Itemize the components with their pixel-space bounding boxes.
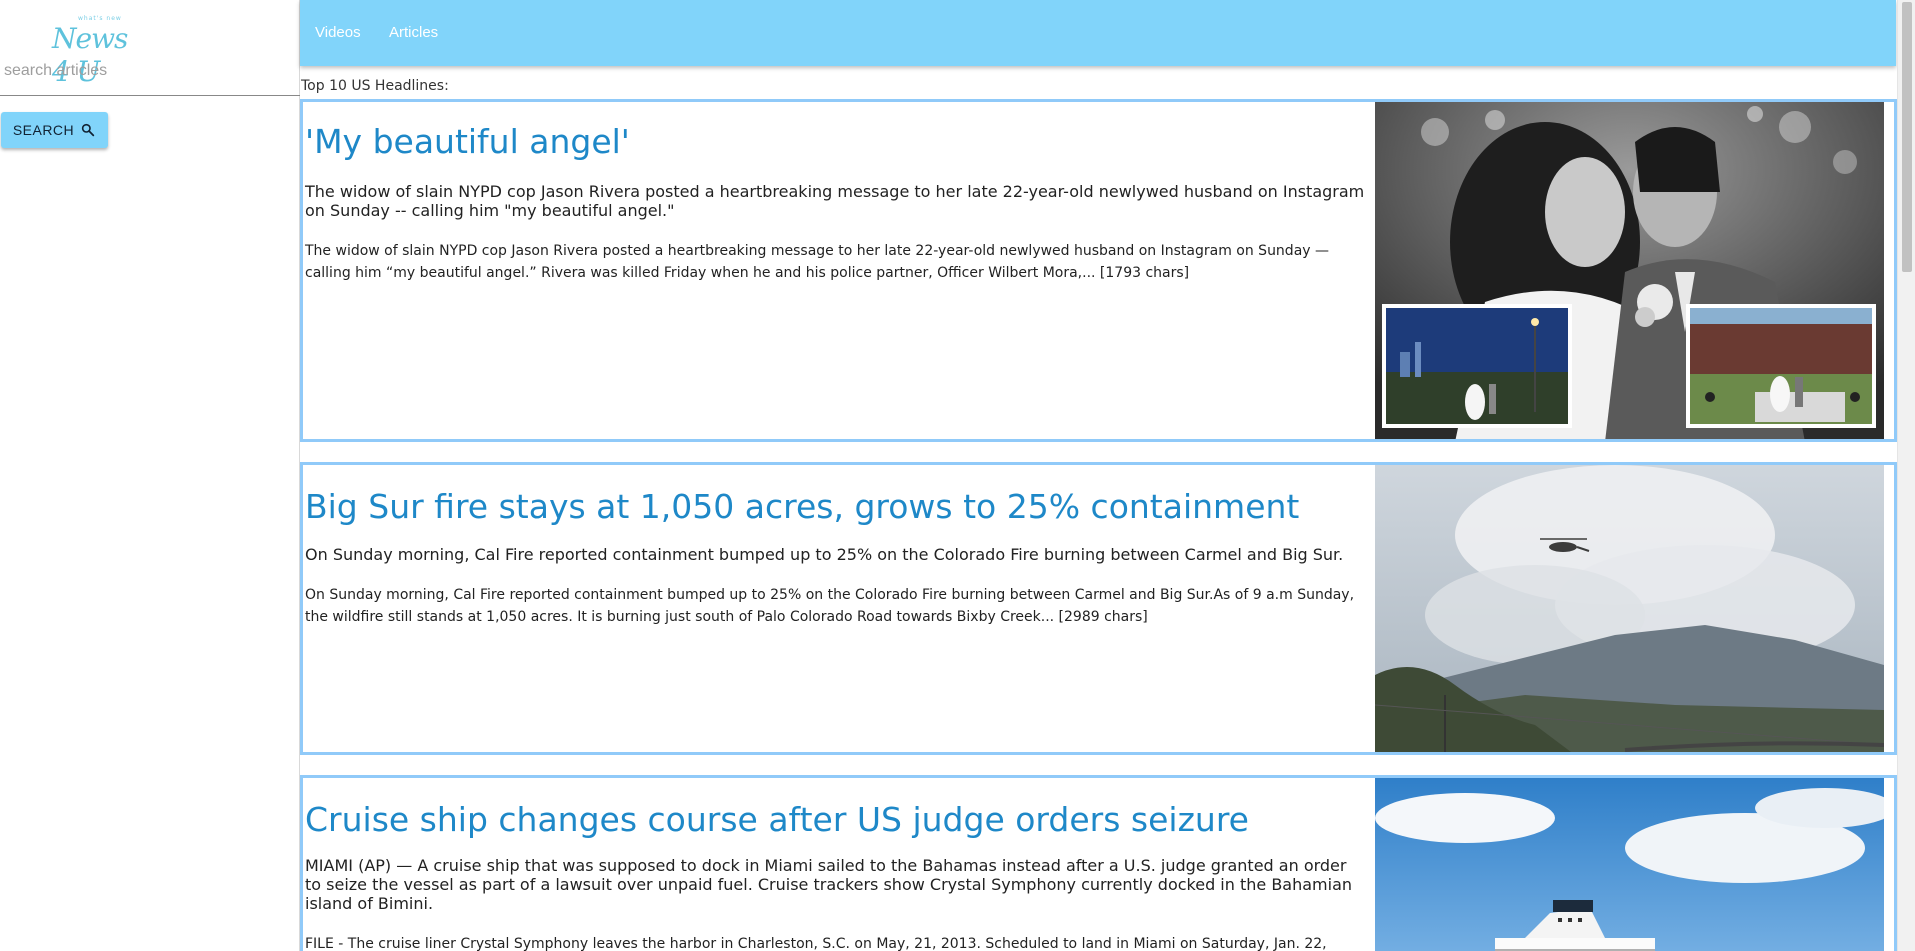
headlines-heading: Top 10 US Headlines: <box>301 78 449 94</box>
article-text: Cruise ship changes course after US judg… <box>305 778 1365 951</box>
wedding-photo <box>1375 102 1884 439</box>
article-text: 'My beautiful angel' The widow of slain … <box>305 102 1365 284</box>
page-scrollbar[interactable] <box>1897 0 1915 951</box>
article-image-fire[interactable] <box>1375 465 1884 752</box>
search-icon <box>82 123 95 137</box>
inset-photo-night <box>1382 304 1572 428</box>
sidebar: what's new News 4 U SEARCH <box>0 0 300 951</box>
article-image-cruise[interactable] <box>1375 778 1884 951</box>
article-description: MIAMI (AP) — A cruise ship that was supp… <box>305 856 1353 913</box>
article-card[interactable]: 'My beautiful angel' The widow of slain … <box>300 99 1897 442</box>
inset-photo-chess <box>1686 304 1876 428</box>
app-root: what's new News 4 U SEARCH Videos Articl… <box>0 0 1915 951</box>
top-nav-bar: Videos Articles <box>300 0 1896 66</box>
site-logo[interactable]: what's new News 4 U <box>52 14 142 88</box>
cruise-ship-photo <box>1375 778 1884 951</box>
article-text: Big Sur fire stays at 1,050 acres, grows… <box>305 465 1365 628</box>
article-card[interactable]: Big Sur fire stays at 1,050 acres, grows… <box>300 462 1897 755</box>
article-description: The widow of slain NYPD cop Jason Rivera… <box>305 182 1365 220</box>
article-content: The widow of slain NYPD cop Jason Rivera… <box>305 243 1330 281</box>
article-title[interactable]: 'My beautiful angel' <box>305 122 1365 162</box>
article-card[interactable]: Cruise ship changes course after US judg… <box>300 775 1897 951</box>
scrollbar-thumb[interactable] <box>1902 2 1912 272</box>
wildfire-photo <box>1375 465 1884 752</box>
article-description: On Sunday morning, Cal Fire reported con… <box>305 545 1344 564</box>
logo-tagline: what's new <box>78 15 122 22</box>
article-title[interactable]: Big Sur fire stays at 1,050 acres, grows… <box>305 487 1365 527</box>
article-content: FILE - The cruise liner Crystal Symphony… <box>305 936 1327 951</box>
article-title[interactable]: Cruise ship changes course after US judg… <box>305 800 1365 840</box>
article-content: On Sunday morning, Cal Fire reported con… <box>305 587 1355 625</box>
search-button-label: SEARCH <box>12 122 75 138</box>
search-button[interactable]: SEARCH <box>1 112 108 148</box>
nav-link-articles[interactable]: Articles <box>389 24 438 41</box>
article-image-wedding[interactable] <box>1375 102 1884 439</box>
nav-link-videos[interactable]: Videos <box>315 24 361 41</box>
search-input[interactable] <box>0 60 300 96</box>
